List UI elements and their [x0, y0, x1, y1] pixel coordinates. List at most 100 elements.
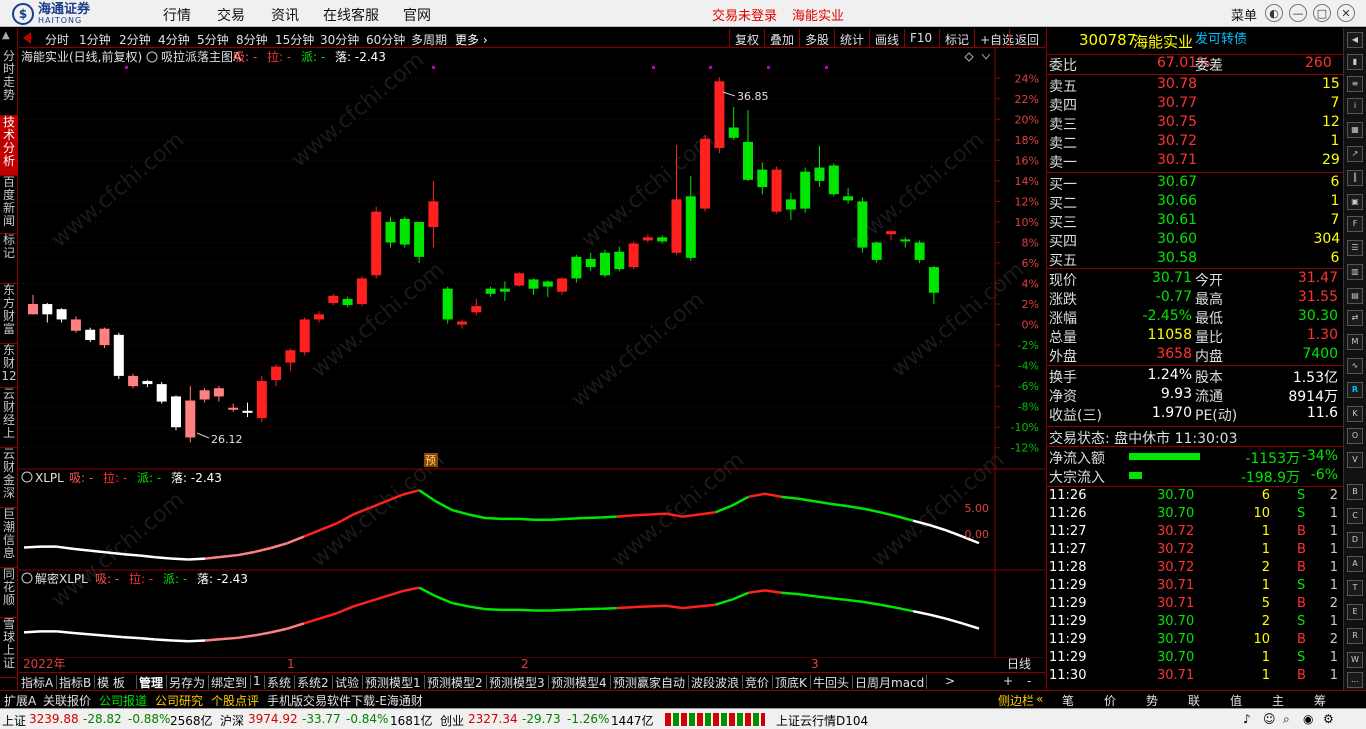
sub1-title[interactable]: XLPL — [35, 471, 64, 485]
btn-draw-line[interactable]: 画线 — [869, 29, 904, 47]
period-8min[interactable]: 8分钟 — [236, 31, 268, 48]
sh-label[interactable]: 上证 — [2, 712, 26, 729]
expand-icon[interactable]: ◀ — [1347, 32, 1363, 48]
candle-icon[interactable]: ║ — [1347, 170, 1363, 186]
collapse-left-icon[interactable] — [23, 32, 31, 44]
hs-label[interactable]: 沪深 — [220, 712, 244, 729]
period-1min[interactable]: 1分钟 — [79, 31, 111, 48]
main-indicator-name[interactable]: 吸拉派落主图A — [161, 49, 242, 64]
indicator-tab[interactable]: 另存为 — [169, 674, 205, 691]
indicator-tab[interactable]: 1 — [253, 674, 261, 688]
remove-indicator-icon[interactable]: - — [1027, 674, 1031, 688]
minimize-icon[interactable]: — — [1289, 4, 1307, 22]
book-price[interactable]: 30.58 — [1157, 250, 1197, 266]
info-tab[interactable]: 个股点评 — [211, 692, 259, 709]
grid-icon[interactable]: ▣ — [1347, 194, 1363, 210]
sidebar-chevron-icon[interactable]: « — [1036, 692, 1043, 706]
btn-statistics[interactable]: 统计 — [834, 29, 869, 47]
indicator-tab[interactable]: 牛回头 — [813, 674, 849, 691]
btn-overlay[interactable]: 叠加 — [764, 29, 799, 47]
left-up-arrow-icon[interactable]: ▲ — [2, 30, 10, 41]
menu-service[interactable]: 在线客服 — [323, 5, 379, 25]
cci-icon[interactable]: C — [1347, 508, 1363, 524]
nav-yuncai-jinshen[interactable]: 云财金深 — [0, 448, 18, 508]
wave-icon[interactable]: ∿ — [1347, 358, 1363, 374]
quote-tab[interactable]: 联 — [1188, 692, 1200, 709]
period-30min[interactable]: 30分钟 — [320, 31, 359, 48]
indicator-tab[interactable]: 指标B — [59, 674, 91, 691]
trix-icon[interactable]: T — [1347, 580, 1363, 596]
brar-icon[interactable]: B — [1347, 484, 1363, 500]
bar-chart-icon[interactable]: ▥ — [1347, 264, 1363, 280]
menu-market[interactable]: 行情 — [163, 5, 191, 25]
indicator-tab[interactable]: 指标A — [21, 674, 53, 691]
trend-icon[interactable]: ↗ — [1347, 146, 1363, 162]
period-2min[interactable]: 2分钟 — [119, 31, 151, 48]
cloud-quote-status[interactable]: 上证云行情D104 — [776, 712, 868, 729]
file-icon[interactable]: ▤ — [1347, 288, 1363, 304]
btn-mark[interactable]: 标记 — [939, 29, 974, 47]
user-icon[interactable]: ☺ — [1263, 712, 1276, 726]
quote-tab[interactable]: 势 — [1146, 692, 1158, 709]
info-tab[interactable]: 扩展A — [4, 692, 36, 709]
indicator-tab[interactable]: 系统2 — [297, 674, 329, 691]
btn-f10[interactable]: F10 — [904, 29, 937, 47]
indicator-tab[interactable]: 顶底K — [775, 674, 807, 691]
indicator-tab[interactable]: 模 板 — [97, 674, 125, 691]
nav-cninfo[interactable]: 巨潮信息 — [0, 508, 18, 568]
nav-yuncaijing[interactable]: 云财经上 — [0, 388, 18, 448]
quote-tab[interactable]: 价 — [1104, 692, 1116, 709]
period-more[interactable]: 更多 › — [455, 31, 488, 48]
period-15min[interactable]: 15分钟 — [275, 31, 314, 48]
emv-icon[interactable]: E — [1347, 604, 1363, 620]
quote-tab[interactable]: 筹 — [1314, 692, 1326, 709]
book-price[interactable]: 30.72 — [1157, 133, 1197, 149]
indicator-tab[interactable]: 管理 — [139, 674, 163, 691]
dma-icon[interactable]: D — [1347, 532, 1363, 548]
sound-icon[interactable]: ♪ — [1243, 712, 1251, 726]
indicator-tab[interactable]: 日周月macd — [855, 674, 924, 691]
menu-website[interactable]: 官网 — [403, 5, 431, 25]
sub2-title[interactable]: 解密XLPL — [35, 571, 88, 586]
tabs-scroll-right-icon[interactable]: > — [945, 674, 955, 688]
period-4min[interactable]: 4分钟 — [158, 31, 190, 48]
period-label[interactable]: 日线 — [1007, 658, 1031, 671]
indicator-tab[interactable]: 预测赢家自动 — [613, 674, 685, 691]
kdj-icon[interactable]: K — [1347, 406, 1363, 422]
add-indicator-icon[interactable]: + — [1003, 674, 1013, 688]
btn-fuquan[interactable]: 复权 — [729, 29, 764, 47]
more-icon[interactable]: … — [1347, 672, 1363, 688]
indicator-tab[interactable]: 预测模型3 — [489, 674, 545, 691]
menu-trade[interactable]: 交易 — [217, 5, 245, 25]
period-multi[interactable]: 多周期 — [411, 31, 447, 48]
table-icon[interactable]: ▦ — [1347, 122, 1363, 138]
book-price[interactable]: 30.75 — [1157, 114, 1197, 130]
roc-icon[interactable]: R — [1347, 628, 1363, 644]
search-icon[interactable]: ⌕ — [1283, 712, 1290, 727]
book-price[interactable]: 30.67 — [1157, 174, 1197, 190]
indicator-tab[interactable]: 系统 — [267, 674, 291, 691]
nav-tonghuashun[interactable]: 同花顺 — [0, 568, 18, 618]
book-price[interactable]: 30.60 — [1157, 231, 1197, 247]
maximize-icon[interactable]: □ — [1313, 4, 1331, 22]
doc-icon[interactable]: ☰ — [1347, 240, 1363, 256]
nav-technical[interactable]: 技术分析 — [0, 116, 18, 176]
book-price[interactable]: 30.61 — [1157, 212, 1197, 228]
period-timeshare[interactable]: 分时 — [45, 31, 69, 48]
btn-back[interactable]: 返回 — [1009, 29, 1044, 47]
indicator-tab[interactable]: 竞价 — [745, 674, 769, 691]
compare-icon[interactable]: ⇄ — [1347, 310, 1363, 326]
indicator-tab[interactable]: 预测模型2 — [427, 674, 483, 691]
quote-tab[interactable]: 值 — [1230, 692, 1242, 709]
macd-icon[interactable]: M — [1347, 334, 1363, 350]
nav-dongcai12[interactable]: 东财12 — [0, 344, 18, 388]
menu-button[interactable]: 菜单 — [1231, 5, 1257, 24]
skin-icon[interactable]: ◐ — [1265, 4, 1283, 22]
convertible-bond-link[interactable]: 发可转债 — [1195, 28, 1247, 47]
period-60min[interactable]: 60分钟 — [366, 31, 405, 48]
book-price[interactable]: 30.77 — [1157, 95, 1197, 111]
list-icon[interactable]: ≡ — [1347, 76, 1363, 92]
nav-xueqiu[interactable]: 雪球上证 — [0, 618, 18, 678]
f10-icon[interactable]: F — [1347, 216, 1363, 232]
close-icon[interactable]: ✕ — [1337, 4, 1355, 22]
